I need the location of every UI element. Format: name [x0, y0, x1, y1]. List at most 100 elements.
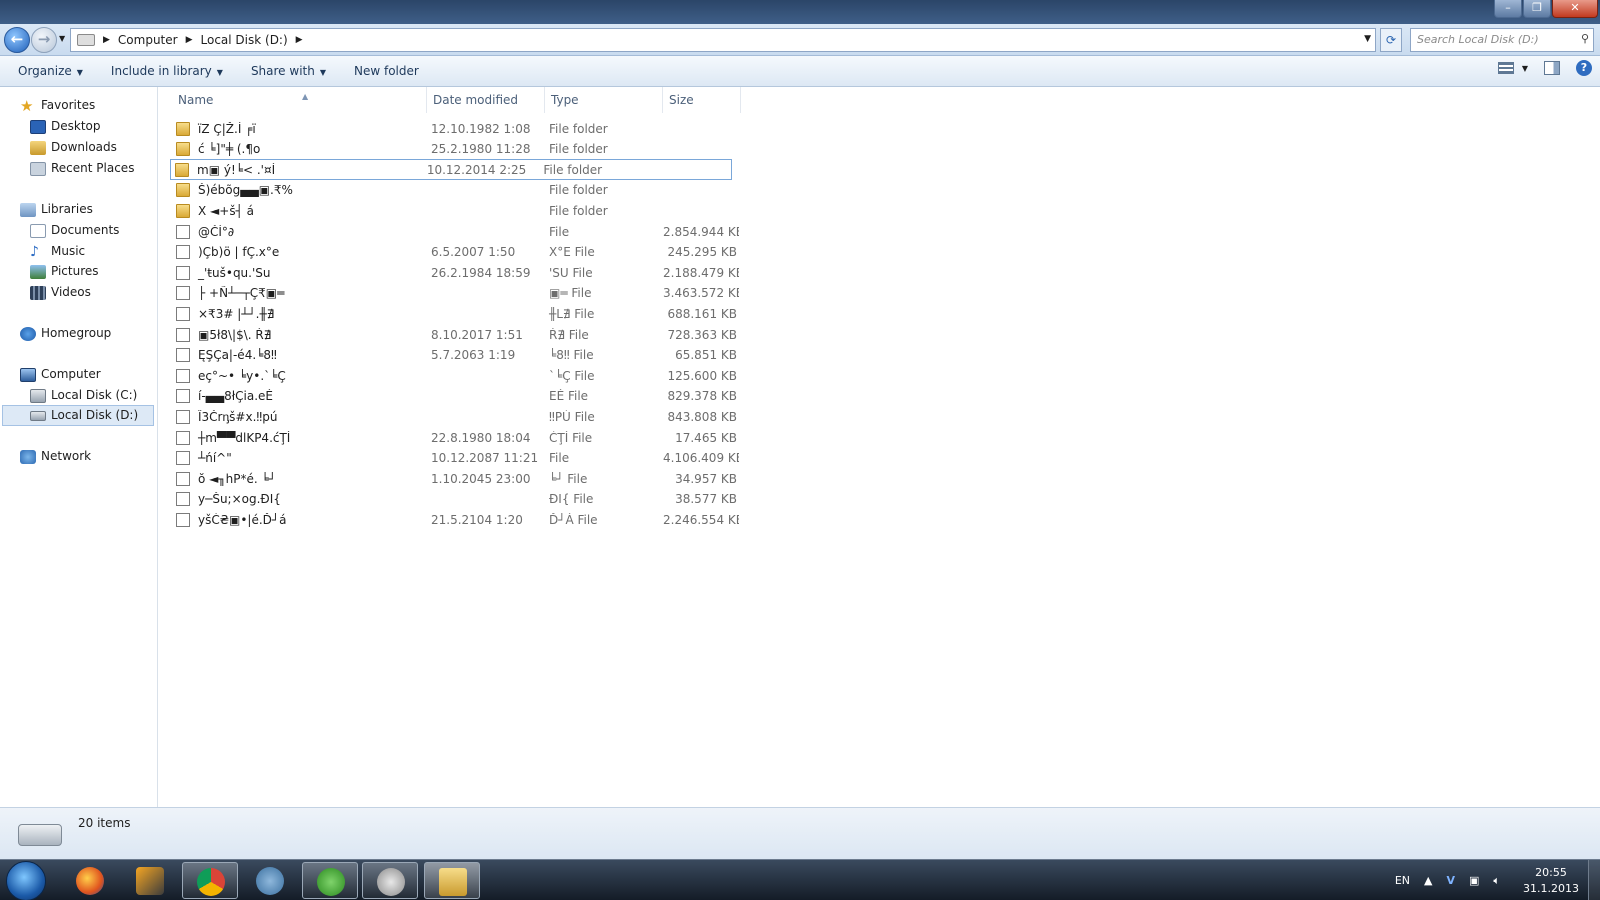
- window-controls: – ❐ ✕: [1493, 0, 1598, 18]
- nav-downloads[interactable]: Downloads: [30, 137, 117, 158]
- show-hidden-icons-icon[interactable]: ▲: [1424, 874, 1432, 887]
- change-view-button[interactable]: ▼: [1497, 62, 1528, 74]
- close-button[interactable]: ✕: [1552, 0, 1598, 18]
- file-row[interactable]: í-▄▄8łÇia.eÉ EÉ File 829.378 KB: [172, 386, 739, 407]
- file-row[interactable]: ĘŞÇa|-é4.╘8‼ 5.7.2063 1:19 ╘8‼ File 65.851 …: [172, 345, 739, 366]
- bs-app-icon: [256, 867, 284, 895]
- system-drive-icon: [30, 388, 46, 403]
- file-row[interactable]: ×₹3# |┴┘.╫∄ ╫L∄ File 688.161 KB: [172, 303, 739, 324]
- breadcrumb-separator-icon[interactable]: ▶: [101, 35, 112, 45]
- file-name: ïZ Ç|Ž.Í ╒ï: [198, 121, 256, 136]
- back-button[interactable]: ←: [4, 27, 30, 53]
- file-row[interactable]: eç°~• ╘y•.`╘Ç `╘Ç File 125.600 KB: [172, 365, 739, 386]
- file-row[interactable]: ┼m▀▀dlKP4.ćŢÍ 22.8.1980 18:04 ĆŢÍ File 17.4…: [172, 427, 739, 448]
- network-tray-icon[interactable]: ▣: [1469, 874, 1479, 887]
- file-row[interactable]: ├ +Ñ┴─┬Ç₹▣═ ▣═ File 3.463.572 KB: [172, 283, 739, 304]
- organize-button[interactable]: Organize ▼: [8, 58, 93, 84]
- file-row[interactable]: ŏ ◄╖hP*é. ╘┘ 1.10.2045 23:00 ╘┘ File 34.957…: [172, 468, 739, 489]
- nav-recent-places-label: Recent Places: [51, 161, 135, 175]
- nav-homegroup-label: Homegroup: [41, 326, 112, 340]
- nav-music[interactable]: ♪ Music: [30, 241, 85, 262]
- include-in-library-button[interactable]: Include in library ▼: [101, 58, 233, 84]
- file-type: ‼PÚ File: [549, 409, 595, 424]
- nav-local-disk-d[interactable]: Local Disk (D:): [2, 405, 154, 426]
- search-input[interactable]: Search Local Disk (D:) ⚲: [1410, 28, 1594, 52]
- taskbar-winamp[interactable]: [122, 862, 178, 899]
- clock[interactable]: 20:55 31.1.2013: [1514, 865, 1588, 897]
- new-folder-button[interactable]: New folder: [344, 58, 429, 84]
- file-icon: [176, 306, 190, 321]
- column-header-type[interactable]: Type: [545, 87, 663, 113]
- nav-network[interactable]: Network: [20, 446, 91, 467]
- view-list-icon: [1497, 62, 1514, 74]
- utorrent-icon: [317, 868, 345, 896]
- chevron-down-icon: ▼: [216, 68, 223, 77]
- nav-libraries[interactable]: Libraries: [20, 199, 93, 220]
- file-name-cell: X ◄+š┤ á: [172, 203, 427, 218]
- file-row[interactable]: Î3Črᶇš#x.‼pú ‼PÚ File 843.808 KB: [172, 406, 739, 427]
- file-row[interactable]: ▣5ł8\|$\. Ŕ∄ 8.10.2017 1:51 Ŕ∄ File 728.363…: [172, 324, 739, 345]
- maximize-button[interactable]: ❐: [1523, 0, 1551, 18]
- forward-button[interactable]: →: [31, 27, 57, 53]
- nav-homegroup[interactable]: Homegroup: [20, 323, 111, 344]
- show-desktop-button[interactable]: [1588, 860, 1600, 900]
- taskbar-explorer[interactable]: [424, 862, 480, 899]
- share-with-button[interactable]: Share with ▼: [241, 58, 336, 84]
- file-size: 125.600 KB: [667, 368, 737, 383]
- volume-icon[interactable]: 🔈︎: [1493, 874, 1500, 888]
- taskbar-utorrent[interactable]: [302, 862, 358, 899]
- file-row[interactable]: y─Šu;×og.ĐΙ{ĐΙ{ File 38.577 KB: [172, 489, 739, 510]
- nav-desktop[interactable]: Desktop: [30, 116, 101, 137]
- folder-icon: [175, 162, 189, 177]
- taskbar-bs-app[interactable]: [242, 862, 298, 899]
- file-row[interactable]: ïZ Ç|Ž.Í ╒ï 12.10.1982 1:08 File folder: [172, 118, 739, 139]
- help-icon[interactable]: ?: [1576, 60, 1592, 76]
- file-row[interactable]: m▣ ý!╘< .'¤Í 10.12.2014 2:25 File folder: [170, 159, 732, 181]
- taskbar-firefox[interactable]: [62, 862, 118, 899]
- file-row[interactable]: @ČÍ°∂ File 2.854.944 KB: [172, 221, 739, 242]
- column-header-name[interactable]: Name ▲: [172, 87, 427, 113]
- nav-videos[interactable]: Videos: [30, 282, 91, 303]
- file-name: yšĆ₴▣•|é.Ď┘á: [198, 512, 287, 527]
- language-indicator[interactable]: EN: [1395, 874, 1410, 887]
- file-icon: [176, 512, 190, 527]
- address-dropdown-icon[interactable]: ▼: [1364, 34, 1371, 44]
- file-row[interactable]: ┴ńí^" 10.12.2087 11:21 File 4.106.409 KB: [172, 448, 739, 469]
- refresh-button[interactable]: ⟳: [1380, 28, 1402, 52]
- nav-local-disk-c[interactable]: Local Disk (C:): [30, 385, 137, 406]
- breadcrumb-separator-icon[interactable]: ▶: [184, 35, 195, 45]
- breadcrumb-computer[interactable]: Computer: [112, 29, 184, 51]
- column-header-size[interactable]: Size: [663, 87, 741, 113]
- breadcrumb-local-disk-d[interactable]: Local Disk (D:): [195, 29, 294, 51]
- taskbar-unity[interactable]: [362, 862, 418, 899]
- file-name: y─Šu;×og.ĐΙ{: [198, 492, 281, 507]
- breadcrumb-separator-icon[interactable]: ▶: [294, 35, 305, 45]
- v-tray-icon[interactable]: V: [1446, 874, 1455, 887]
- nav-favorites[interactable]: ★ Favorites: [20, 95, 95, 116]
- file-row[interactable]: X ◄+š┤ á File folder: [172, 200, 739, 221]
- taskbar-chrome[interactable]: [182, 862, 238, 899]
- address-bar[interactable]: ▶ Computer ▶ Local Disk (D:) ▶ ▼: [70, 28, 1376, 52]
- search-icon[interactable]: ⚲: [1581, 32, 1589, 45]
- file-type: File: [549, 224, 570, 239]
- column-header-date[interactable]: Date modified: [427, 87, 545, 113]
- system-tray: EN ▲ V ▣ 🔈︎ 20:55 31.1.2013: [1395, 860, 1600, 900]
- nav-pictures[interactable]: Pictures: [30, 261, 99, 282]
- file-row[interactable]: yšĆ₴▣•|é.Ď┘á 21.5.2104 1:20 Ď┘Á File 2.246.…: [172, 509, 739, 530]
- file-row[interactable]: ć ╘]"╪ (.¶o 25.2.1980 11:28 File folder: [172, 139, 739, 160]
- start-button[interactable]: [6, 861, 46, 900]
- nav-documents[interactable]: Documents: [30, 220, 119, 241]
- nav-recent-places[interactable]: Recent Places: [30, 158, 134, 179]
- nav-computer[interactable]: Computer: [20, 364, 101, 385]
- file-type: ĐΙ{ File: [549, 492, 594, 507]
- documents-icon: [30, 223, 46, 238]
- minimize-button[interactable]: –: [1494, 0, 1522, 18]
- file-row[interactable]: )Çb)ö | fÇ.x°e 6.5.2007 1:50 X°E File 245.2…: [172, 242, 739, 263]
- recent-pages-chevron-icon[interactable]: ▼: [59, 34, 65, 43]
- preview-pane-icon[interactable]: [1544, 61, 1560, 75]
- file-name: )Çb)ö | fÇ.x°e: [198, 245, 280, 260]
- music-note-icon: ♪: [30, 243, 39, 260]
- file-name: Î3Črᶇš#x.‼pú: [198, 409, 278, 424]
- file-row[interactable]: Š)ébõg▄▄▣.₹% File folder: [172, 180, 739, 201]
- file-row[interactable]: _'ŧuš•qu.'Su 26.2.1984 18:59 'SU File 2.188…: [172, 262, 739, 283]
